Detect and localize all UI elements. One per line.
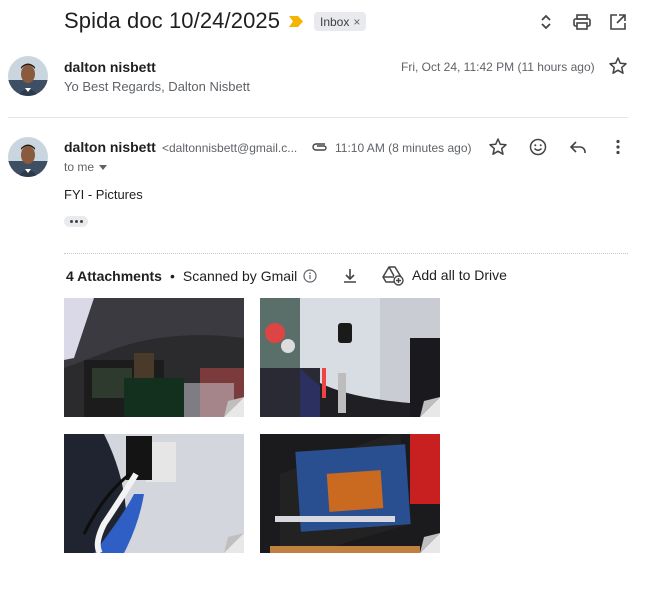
recipient-text: to me bbox=[64, 160, 95, 174]
recipient-details[interactable]: to me bbox=[64, 160, 108, 174]
attachment-thumbnail-3[interactable] bbox=[64, 434, 244, 553]
attachment-thumbnail-4[interactable] bbox=[260, 434, 440, 553]
expand-all-icon[interactable] bbox=[534, 10, 558, 34]
attachments-separator: • bbox=[169, 268, 175, 284]
attachments-header: 4 Attachments • Scanned by Gmail bbox=[66, 268, 317, 284]
attachment-thumbnail-1[interactable] bbox=[64, 298, 244, 417]
inbox-label-text: Inbox bbox=[320, 14, 350, 29]
attachments-divider bbox=[64, 253, 628, 254]
message2-date: 11:10 AM (8 minutes ago) bbox=[335, 141, 472, 155]
scanned-label: Scanned by Gmail bbox=[182, 268, 298, 284]
message1-date: Fri, Oct 24, 11:42 PM (11 hours ago) bbox=[401, 60, 595, 74]
drive-label: Add all to Drive bbox=[412, 267, 507, 283]
chevron-down-icon bbox=[99, 164, 108, 170]
sender-avatar[interactable] bbox=[8, 137, 48, 177]
important-marker-icon[interactable] bbox=[289, 16, 303, 27]
message1-star-icon[interactable] bbox=[606, 54, 630, 78]
open-in-new-window-icon[interactable] bbox=[606, 10, 630, 34]
attachment-icon bbox=[310, 139, 328, 158]
print-icon[interactable] bbox=[570, 10, 594, 34]
inbox-label-chip: Inbox × bbox=[314, 12, 367, 31]
message2-star-icon[interactable] bbox=[486, 135, 510, 159]
thread-subject: Spida doc 10/24/2025 bbox=[64, 8, 281, 33]
message1-snippet[interactable]: Yo Best Regards, Dalton Nisbett bbox=[64, 79, 250, 94]
download-all-icon[interactable] bbox=[338, 264, 362, 288]
message-divider bbox=[8, 117, 628, 118]
message2-sender: dalton nisbett bbox=[64, 139, 156, 155]
message-body: FYI - Pictures bbox=[64, 187, 143, 202]
attachment-count: 4 Attachments bbox=[66, 268, 162, 284]
add-all-to-drive-button[interactable]: Add all to Drive bbox=[382, 264, 507, 286]
show-trimmed-content-button[interactable] bbox=[64, 216, 88, 227]
remove-label-icon[interactable]: × bbox=[353, 15, 360, 29]
info-icon[interactable] bbox=[303, 269, 317, 283]
add-reaction-icon[interactable] bbox=[526, 135, 550, 159]
attachment-thumbnail-2[interactable] bbox=[260, 298, 440, 417]
message1-sender: dalton nisbett bbox=[64, 59, 156, 75]
sender-avatar[interactable] bbox=[8, 56, 48, 96]
drive-add-icon bbox=[382, 266, 404, 286]
message2-email: <daltonnisbett@gmail.c... bbox=[162, 141, 298, 155]
more-options-icon[interactable] bbox=[606, 135, 630, 159]
reply-icon[interactable] bbox=[566, 135, 590, 159]
